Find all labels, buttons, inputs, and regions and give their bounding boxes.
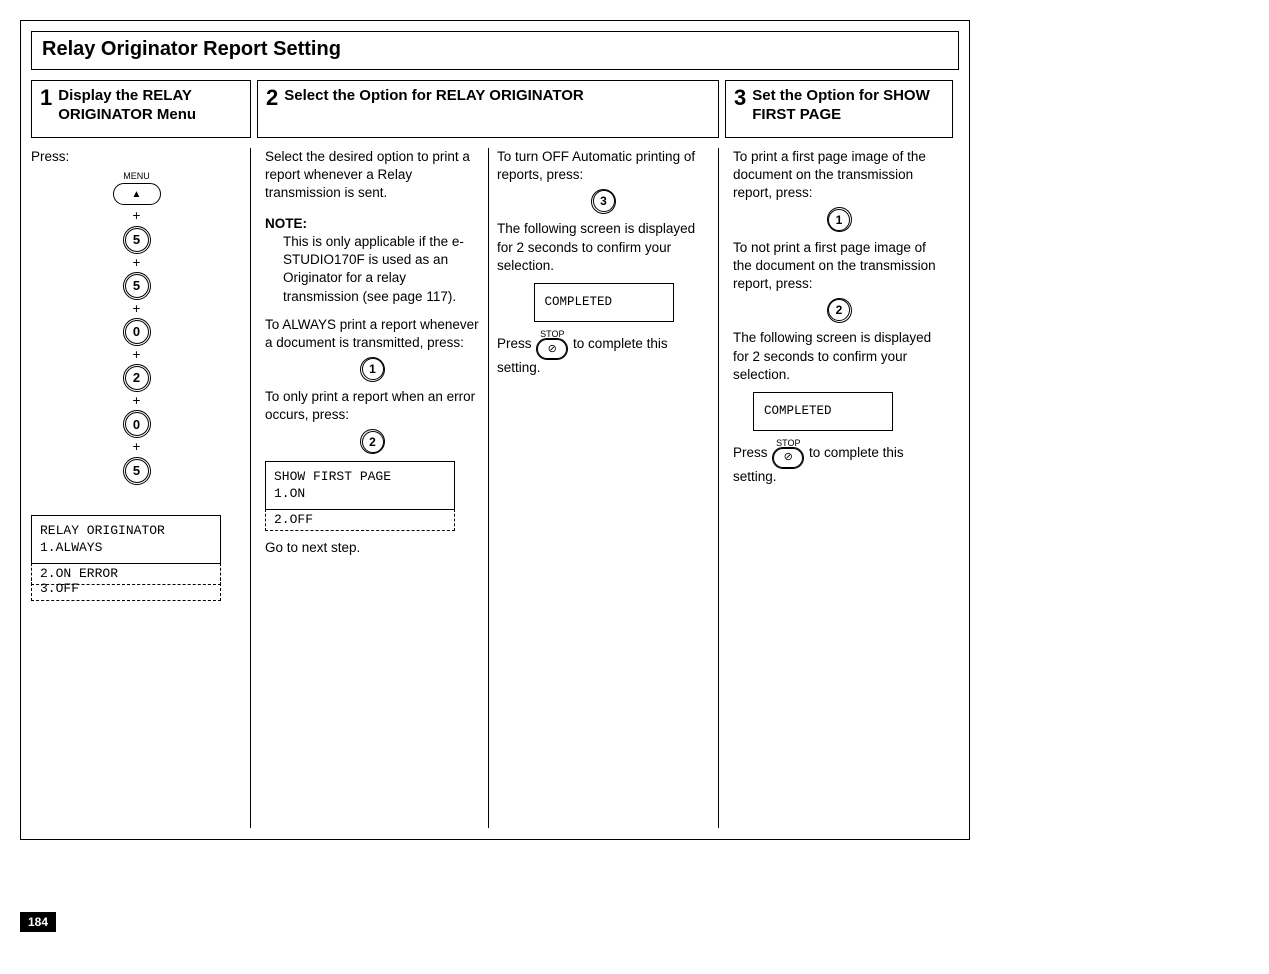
paragraph: To print a first page image of the docum… bbox=[733, 148, 945, 203]
numeric-key-5: 5 bbox=[125, 274, 149, 298]
stop-key-icon: ⊘ bbox=[773, 448, 803, 468]
plus-separator: + bbox=[133, 438, 141, 456]
numeric-key-0: 0 bbox=[125, 320, 149, 344]
plus-separator: + bbox=[133, 207, 141, 225]
manual-page: Relay Originator Report Setting 1 Displa… bbox=[20, 20, 970, 840]
press-word: Press bbox=[733, 445, 768, 460]
numeric-key-2: 2 bbox=[828, 299, 850, 321]
numeric-key-1: 1 bbox=[362, 358, 384, 380]
lcd-line: 1.ALWAYS bbox=[40, 539, 212, 557]
step3-header: 3 Set the Option for SHOW FIRST PAGE bbox=[725, 80, 953, 138]
step1-title: Display the RELAY ORIGINATOR Menu bbox=[58, 87, 242, 125]
paragraph: To ALWAYS print a report whenever a docu… bbox=[265, 316, 480, 352]
column-3: To turn OFF Automatic printing of report… bbox=[489, 148, 719, 828]
paragraph: To only print a report when an error occ… bbox=[265, 388, 480, 424]
section-title: Relay Originator Report Setting bbox=[31, 31, 959, 70]
step-headers-row: 1 Display the RELAY ORIGINATOR Menu 2 Se… bbox=[31, 80, 959, 138]
paragraph: To turn OFF Automatic printing of report… bbox=[497, 148, 710, 184]
lcd-completed: COMPLETED bbox=[753, 392, 893, 431]
plus-separator: + bbox=[133, 392, 141, 410]
step2-title: Select the Option for RELAY ORIGINATOR bbox=[284, 87, 583, 106]
paragraph: To not print a first page image of the d… bbox=[733, 239, 945, 294]
column-1: Press: MENU ▲ + 5 + 5 + 0 + 2 + 0 + 5 RE… bbox=[31, 148, 251, 828]
step2-header: 2 Select the Option for RELAY ORIGINATOR bbox=[257, 80, 719, 138]
step2-number: 2 bbox=[266, 87, 278, 109]
step1-number: 1 bbox=[40, 87, 52, 109]
numeric-key-2: 2 bbox=[125, 366, 149, 390]
menu-key: ▲ bbox=[113, 183, 161, 205]
plus-separator: + bbox=[133, 346, 141, 364]
menu-key-label: MENU bbox=[123, 170, 150, 182]
press-stop-line: Press STOP ⊘ to complete this setting. bbox=[733, 439, 945, 486]
note-label: NOTE: bbox=[265, 216, 307, 231]
paragraph: The following screen is displayed for 2 … bbox=[497, 220, 710, 275]
numeric-key-3: 3 bbox=[593, 190, 615, 212]
plus-separator: + bbox=[133, 300, 141, 318]
key-sequence: MENU ▲ + 5 + 5 + 0 + 2 + 0 + 5 bbox=[31, 170, 242, 482]
stop-key-wrap: STOP ⊘ bbox=[537, 330, 567, 359]
numeric-key-2: 2 bbox=[362, 431, 384, 453]
step3-title: Set the Option for SHOW FIRST PAGE bbox=[752, 87, 944, 125]
step3-number: 3 bbox=[734, 87, 746, 109]
paragraph: The following screen is displayed for 2 … bbox=[733, 329, 945, 384]
paragraph: Select the desired option to print a rep… bbox=[265, 148, 480, 203]
lcd-relay-originator: RELAY ORIGINATOR 1.ALWAYS bbox=[31, 515, 221, 564]
go-next-step: Go to next step. bbox=[265, 539, 480, 557]
plus-separator: + bbox=[133, 254, 141, 272]
press-label: Press: bbox=[31, 148, 242, 166]
column-2: Select the desired option to print a rep… bbox=[257, 148, 489, 828]
column-4: To print a first page image of the docum… bbox=[725, 148, 953, 828]
press-stop-line: Press STOP ⊘ to complete this setting. bbox=[497, 330, 710, 377]
lcd-show-first-page: SHOW FIRST PAGE 1.ON bbox=[265, 461, 455, 510]
lcd-line: 1.ON bbox=[274, 485, 446, 503]
lcd-line: RELAY ORIGINATOR bbox=[40, 522, 212, 540]
content-columns: Press: MENU ▲ + 5 + 5 + 0 + 2 + 0 + 5 RE… bbox=[31, 148, 959, 828]
stop-key-wrap: STOP ⊘ bbox=[773, 439, 803, 468]
press-word: Press bbox=[497, 336, 532, 351]
stop-key-icon: ⊘ bbox=[537, 339, 567, 359]
lcd-line: SHOW FIRST PAGE bbox=[274, 468, 446, 486]
numeric-key-1: 1 bbox=[828, 209, 850, 231]
lcd-completed: COMPLETED bbox=[534, 283, 674, 322]
step1-header: 1 Display the RELAY ORIGINATOR Menu bbox=[31, 80, 251, 138]
numeric-key-5: 5 bbox=[125, 228, 149, 252]
lcd-extra-line: 2.OFF bbox=[265, 509, 455, 532]
note-body: This is only applicable if the e-STUDIO1… bbox=[283, 233, 480, 306]
page-number-badge: 184 bbox=[20, 912, 56, 932]
numeric-key-0: 0 bbox=[125, 412, 149, 436]
lcd-extra-line: 3.OFF bbox=[31, 578, 221, 601]
numeric-key-5: 5 bbox=[125, 459, 149, 483]
up-arrow-icon: ▲ bbox=[132, 188, 142, 202]
